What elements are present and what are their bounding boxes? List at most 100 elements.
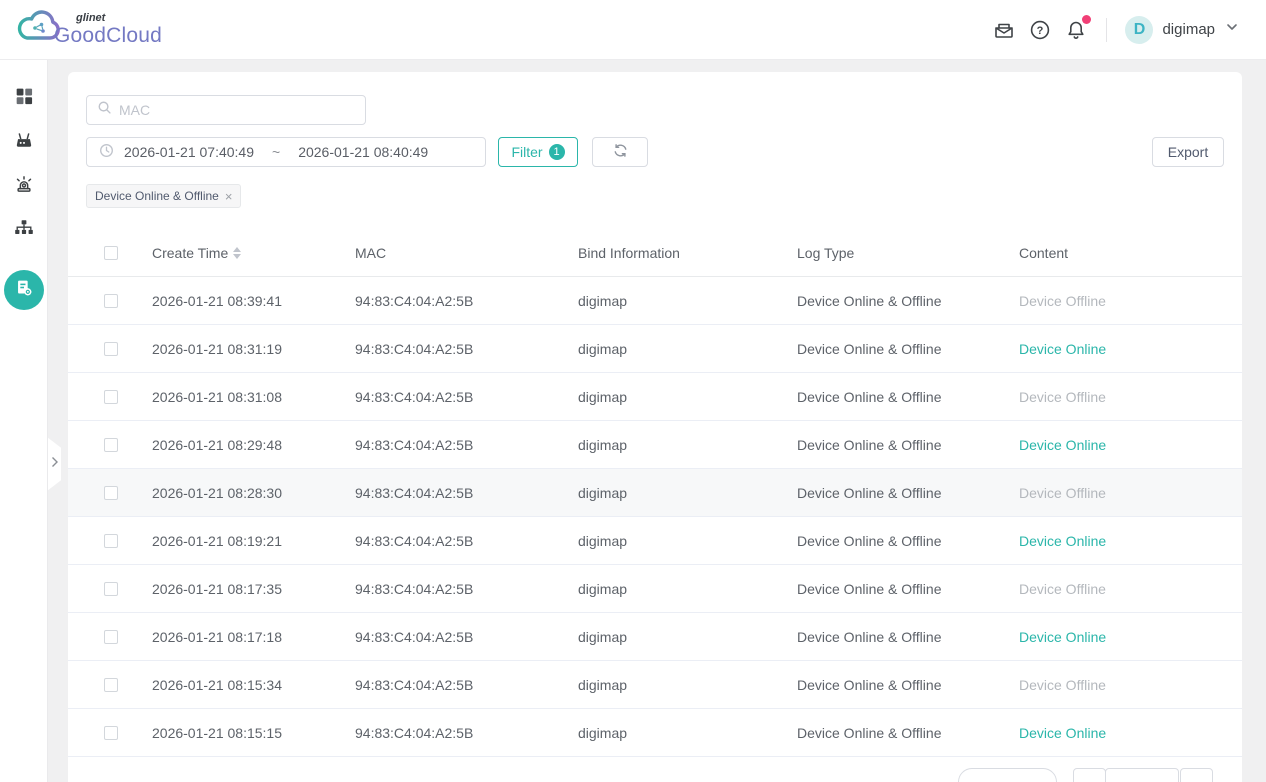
cell-content: Device Offline bbox=[1019, 677, 1242, 693]
cell-log-type: Device Online & Offline bbox=[797, 533, 1019, 549]
cell-content: Device Online bbox=[1019, 533, 1242, 549]
user-menu[interactable]: D digimap bbox=[1125, 16, 1240, 44]
cell-content: Device Online bbox=[1019, 341, 1242, 357]
pagination-prev-button[interactable] bbox=[1073, 768, 1106, 782]
chevron-right-icon bbox=[50, 455, 59, 473]
cell-content: Device Online bbox=[1019, 725, 1242, 741]
filter-tag-label: Device Online & Offline bbox=[95, 189, 219, 203]
cell-bind-information: digimap bbox=[578, 533, 797, 549]
cell-create-time: 2026-01-21 08:28:30 bbox=[152, 485, 355, 501]
cell-create-time: 2026-01-21 08:15:34 bbox=[152, 677, 355, 693]
table-row[interactable]: 2026-01-21 08:31:19 94:83:C4:04:A2:5B di… bbox=[68, 325, 1242, 373]
table-row[interactable]: 2026-01-21 08:28:30 94:83:C4:04:A2:5B di… bbox=[68, 469, 1242, 517]
sidebar-collapse-handle[interactable] bbox=[47, 437, 61, 491]
cell-create-time: 2026-01-21 08:17:35 bbox=[152, 581, 355, 597]
cell-create-time: 2026-01-21 08:17:18 bbox=[152, 629, 355, 645]
cell-mac: 94:83:C4:04:A2:5B bbox=[355, 533, 578, 549]
bell-icon[interactable] bbox=[1058, 12, 1094, 48]
row-checkbox[interactable] bbox=[104, 438, 118, 452]
cell-log-type: Device Online & Offline bbox=[797, 677, 1019, 693]
log-table: Create Time MAC Bind Information Log Typ… bbox=[68, 229, 1242, 757]
table-row[interactable]: 2026-01-21 08:31:08 94:83:C4:04:A2:5B di… bbox=[68, 373, 1242, 421]
export-button[interactable]: Export bbox=[1152, 137, 1224, 167]
sort-carets-icon[interactable] bbox=[233, 247, 241, 259]
svg-text:?: ? bbox=[1037, 25, 1044, 37]
cell-mac: 94:83:C4:04:A2:5B bbox=[355, 725, 578, 741]
log-gear-icon bbox=[13, 277, 35, 304]
row-checkbox[interactable] bbox=[104, 294, 118, 308]
cell-log-type: Device Online & Offline bbox=[797, 629, 1019, 645]
tag-close-icon[interactable]: × bbox=[225, 190, 233, 203]
sidebar-item-groups[interactable] bbox=[0, 208, 48, 252]
cell-bind-information: digimap bbox=[578, 725, 797, 741]
column-mac: MAC bbox=[355, 245, 578, 261]
logo-text: glinet GoodCloud bbox=[54, 13, 162, 46]
table-row[interactable]: 2026-01-21 08:15:15 94:83:C4:04:A2:5B di… bbox=[68, 709, 1242, 757]
refresh-button[interactable] bbox=[592, 137, 648, 167]
table-body: 2026-01-21 08:39:41 94:83:C4:04:A2:5B di… bbox=[68, 277, 1242, 757]
pagination-pager[interactable] bbox=[1105, 768, 1179, 782]
notification-dot bbox=[1082, 15, 1091, 24]
row-checkbox[interactable] bbox=[104, 582, 118, 596]
sidebar-item-logs[interactable] bbox=[4, 270, 44, 310]
sidebar-item-dashboard[interactable] bbox=[0, 76, 48, 120]
date-end: 2026-01-21 08:40:49 bbox=[298, 144, 428, 160]
row-checkbox[interactable] bbox=[104, 630, 118, 644]
row-checkbox[interactable] bbox=[104, 678, 118, 692]
cell-log-type: Device Online & Offline bbox=[797, 389, 1019, 405]
dashboard-icon bbox=[13, 85, 35, 112]
cell-mac: 94:83:C4:04:A2:5B bbox=[355, 677, 578, 693]
cell-create-time: 2026-01-21 08:19:21 bbox=[152, 533, 355, 549]
cell-content: Device Offline bbox=[1019, 389, 1242, 405]
date-start: 2026-01-21 07:40:49 bbox=[124, 144, 254, 160]
select-all-checkbox[interactable] bbox=[104, 246, 118, 260]
row-checkbox[interactable] bbox=[104, 486, 118, 500]
table-row[interactable]: 2026-01-21 08:17:35 94:83:C4:04:A2:5B di… bbox=[68, 565, 1242, 613]
pagination-page-size-select[interactable] bbox=[958, 768, 1057, 782]
cell-log-type: Device Online & Offline bbox=[797, 341, 1019, 357]
pagination-bar bbox=[68, 768, 1242, 782]
date-range-picker[interactable]: 2026-01-21 07:40:49 ~ 2026-01-21 08:40:4… bbox=[86, 137, 486, 167]
cell-mac: 94:83:C4:04:A2:5B bbox=[355, 485, 578, 501]
cell-bind-information: digimap bbox=[578, 485, 797, 501]
cell-mac: 94:83:C4:04:A2:5B bbox=[355, 581, 578, 597]
cell-mac: 94:83:C4:04:A2:5B bbox=[355, 389, 578, 405]
pagination-next-button[interactable] bbox=[1180, 768, 1213, 782]
table-row[interactable]: 2026-01-21 08:39:41 94:83:C4:04:A2:5B di… bbox=[68, 277, 1242, 325]
cell-create-time: 2026-01-21 08:31:19 bbox=[152, 341, 355, 357]
cell-bind-information: digimap bbox=[578, 389, 797, 405]
sidebar bbox=[0, 60, 48, 782]
cell-log-type: Device Online & Offline bbox=[797, 437, 1019, 453]
help-icon[interactable]: ? bbox=[1022, 12, 1058, 48]
refresh-icon bbox=[613, 143, 628, 161]
sidebar-item-alerts[interactable] bbox=[0, 164, 48, 208]
row-checkbox[interactable] bbox=[104, 726, 118, 740]
column-content: Content bbox=[1019, 245, 1242, 261]
chevron-down-icon bbox=[1224, 19, 1240, 40]
cell-content: Device Offline bbox=[1019, 485, 1242, 501]
row-checkbox[interactable] bbox=[104, 534, 118, 548]
mail-icon[interactable] bbox=[986, 12, 1022, 48]
goodcloud-logo[interactable]: glinet GoodCloud bbox=[16, 7, 162, 52]
content-card: 2026-01-21 07:40:49 ~ 2026-01-21 08:40:4… bbox=[68, 72, 1242, 782]
cell-log-type: Device Online & Offline bbox=[797, 293, 1019, 309]
row-checkbox[interactable] bbox=[104, 342, 118, 356]
logo-brand-label: GoodCloud bbox=[54, 25, 162, 46]
filter-count-badge: 1 bbox=[549, 144, 565, 160]
header-actions: ? D digimap bbox=[986, 12, 1240, 48]
table-row[interactable]: 2026-01-21 08:17:18 94:83:C4:04:A2:5B di… bbox=[68, 613, 1242, 661]
header-divider bbox=[1106, 18, 1107, 42]
filter-button[interactable]: Filter 1 bbox=[498, 137, 578, 167]
table-row[interactable]: 2026-01-21 08:15:34 94:83:C4:04:A2:5B di… bbox=[68, 661, 1242, 709]
table-row[interactable]: 2026-01-21 08:19:21 94:83:C4:04:A2:5B di… bbox=[68, 517, 1242, 565]
search-input[interactable] bbox=[119, 102, 355, 118]
table-header: Create Time MAC Bind Information Log Typ… bbox=[68, 229, 1242, 277]
cell-mac: 94:83:C4:04:A2:5B bbox=[355, 437, 578, 453]
group-sitemap-icon bbox=[13, 217, 35, 244]
cell-mac: 94:83:C4:04:A2:5B bbox=[355, 293, 578, 309]
search-box bbox=[86, 95, 366, 125]
row-checkbox[interactable] bbox=[104, 390, 118, 404]
cell-log-type: Device Online & Offline bbox=[797, 725, 1019, 741]
sidebar-item-devices[interactable] bbox=[0, 120, 48, 164]
table-row[interactable]: 2026-01-21 08:29:48 94:83:C4:04:A2:5B di… bbox=[68, 421, 1242, 469]
